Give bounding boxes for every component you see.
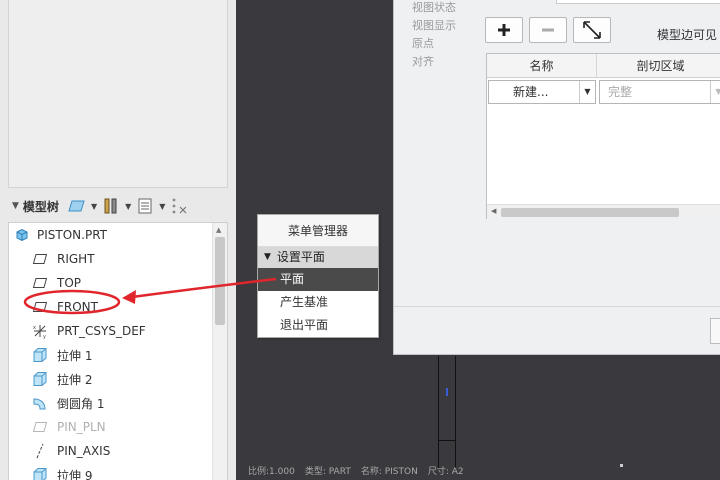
round-icon	[31, 394, 49, 412]
menu-item-plane[interactable]: 平面	[258, 268, 378, 291]
columns-icon[interactable]	[135, 197, 155, 215]
column-header-name[interactable]: 名称	[487, 54, 597, 78]
tree-item-label: PIN_AXIS	[57, 444, 111, 458]
model-edge-visible-label: 模型边可见	[657, 28, 718, 42]
part-icon	[13, 226, 31, 244]
navigator-blank-area	[8, 0, 228, 188]
model-tree-title: 模型树	[22, 199, 59, 214]
tree-item-extrude-1[interactable]: 拉伸 1	[9, 343, 213, 367]
show-dropdown-icon[interactable]: ▼	[91, 202, 97, 211]
tree-item-piston-prt[interactable]: PISTON.PRT	[9, 223, 213, 247]
extrude-icon	[31, 346, 49, 364]
settings-icon[interactable]	[101, 197, 121, 215]
datum-plane-icon	[31, 418, 49, 436]
filter-icon[interactable]	[169, 197, 189, 215]
status-scale: 比例:1.000	[248, 467, 295, 477]
svg-text:x: x	[33, 325, 36, 331]
tree-item-label: FRONT	[57, 300, 98, 314]
name-select[interactable]: 新建... ▼	[488, 80, 596, 104]
tab-view-display[interactable]: 视图显示	[412, 18, 456, 33]
name-select-value: 新建...	[513, 85, 549, 99]
view-manager-dialog: 视图状态 视图显示 原点 对齐 模型边可见 名称 剖切区域 新建... ▼ 完整…	[393, 0, 720, 355]
datum-plane-icon	[31, 274, 49, 292]
resize-diagonal-icon	[583, 21, 601, 39]
section-select[interactable]: 完整 ▼	[599, 80, 720, 104]
tree-item-extrude-9[interactable]: 拉伸 9	[9, 463, 213, 480]
tree-item-label: PISTON.PRT	[37, 228, 107, 242]
datum-plane-icon	[31, 250, 49, 268]
scrollbar-thumb[interactable]	[215, 237, 225, 325]
edit-button[interactable]	[573, 17, 611, 43]
chevron-down-icon[interactable]: ▼	[710, 81, 720, 103]
tree-item-front[interactable]: FRONT	[9, 295, 213, 319]
table-row: 新建... ▼ 完整 ▼	[487, 79, 720, 105]
dialog-divider	[394, 306, 720, 307]
section-select-value: 完整	[608, 85, 633, 99]
model-marker	[446, 388, 448, 396]
dialog-footer-button[interactable]	[710, 318, 720, 344]
axis-icon	[31, 442, 49, 460]
tree-item-prt-csys-def[interactable]: xy PRT_CSYS_DEF	[9, 319, 213, 343]
tree-item-label: 拉伸 2	[57, 372, 93, 387]
tree-item-label: PIN_PLN	[57, 420, 106, 434]
dialog-top-field	[556, 0, 720, 4]
tab-align[interactable]: 对齐	[412, 54, 456, 69]
extrude-icon	[31, 370, 49, 388]
status-size: 尺寸: A2	[427, 467, 464, 477]
extrude-icon	[31, 466, 49, 480]
table-horizontal-scrollbar[interactable]: ◀	[487, 204, 720, 219]
table-header: 名称 剖切区域	[487, 54, 720, 78]
tab-origin[interactable]: 原点	[412, 36, 456, 51]
tree-item-extrude-2[interactable]: 拉伸 2	[9, 367, 213, 391]
tree-item-top[interactable]: TOP	[9, 271, 213, 295]
section-table: 名称 剖切区域 新建... ▼ 完整 ▼ ◀	[486, 53, 720, 219]
columns-dropdown-icon[interactable]: ▼	[159, 202, 165, 211]
tree-item-pin-pln[interactable]: PIN_PLN	[9, 415, 213, 439]
datum-plane-icon	[31, 298, 49, 316]
model-edge-lines	[438, 356, 456, 468]
menu-manager: 菜单管理器 ▼ 设置平面 平面 产生基准 退出平面	[257, 214, 379, 338]
tree-item-label: 倒圆角 1	[57, 396, 105, 411]
tree-item-round-1[interactable]: 倒圆角 1	[9, 391, 213, 415]
svg-text:y: y	[43, 334, 46, 339]
model-tree-list: PISTON.PRT RIGHT TOP FRONT x y PRT_CSYS_…	[9, 223, 213, 480]
model-tree-panel: PISTON.PRT RIGHT TOP FRONT x y PRT_CSYS_…	[8, 222, 228, 480]
menu-item-quit-plane[interactable]: 退出平面	[258, 314, 378, 337]
remove-button[interactable]	[529, 17, 567, 43]
model-tree-scrollbar[interactable]: ▲	[212, 223, 227, 480]
status-type: 类型: PART	[304, 467, 351, 477]
tree-item-label: PRT_CSYS_DEF	[57, 324, 146, 338]
model-tree-toolbar: ▼ 模型树 ▼ ▼ ▼	[8, 194, 228, 218]
dialog-tab-list: 视图状态 视图显示 原点 对齐	[412, 0, 456, 69]
tree-item-label: 拉伸 9	[57, 468, 93, 480]
minus-icon	[542, 28, 554, 32]
show-icon[interactable]	[67, 197, 87, 215]
tree-item-label: 拉伸 1	[57, 348, 93, 363]
menu-item-make-datum[interactable]: 产生基准	[258, 291, 378, 314]
tree-item-label: RIGHT	[57, 252, 95, 266]
status-name: 名称: PISTON	[360, 467, 418, 477]
scroll-left-icon[interactable]: ◀	[491, 207, 496, 215]
menu-manager-title: 菜单管理器	[258, 215, 378, 247]
add-button[interactable]	[485, 17, 523, 43]
column-header-section[interactable]: 剖切区域	[597, 54, 720, 78]
settings-dropdown-icon[interactable]: ▼	[125, 202, 131, 211]
plus-icon	[498, 24, 510, 36]
left-pane: ▼ 模型树 ▼ ▼ ▼ PISTON.PRT RIGHT TOP FRONT x…	[0, 0, 236, 480]
tree-item-right[interactable]: RIGHT	[9, 247, 213, 271]
scrollbar-thumb[interactable]	[501, 208, 679, 217]
menu-section-label: 设置平面	[276, 250, 325, 264]
menu-section-header[interactable]: ▼ 设置平面	[258, 247, 378, 268]
csys-icon: xy	[31, 322, 49, 340]
model-point	[620, 464, 623, 467]
tree-item-pin-axis[interactable]: PIN_AXIS	[9, 439, 213, 463]
expand-triangle-icon: ▼	[264, 252, 271, 262]
tree-item-label: TOP	[57, 276, 82, 290]
collapse-icon[interactable]: ▼	[12, 201, 19, 211]
scroll-up-icon[interactable]: ▲	[216, 226, 221, 234]
graphics-status-bar: 比例:1.000 类型: PART 名称: PISTON 尺寸: A2	[248, 464, 464, 477]
chevron-down-icon[interactable]: ▼	[579, 81, 595, 103]
tab-view-state[interactable]: 视图状态	[412, 0, 456, 15]
